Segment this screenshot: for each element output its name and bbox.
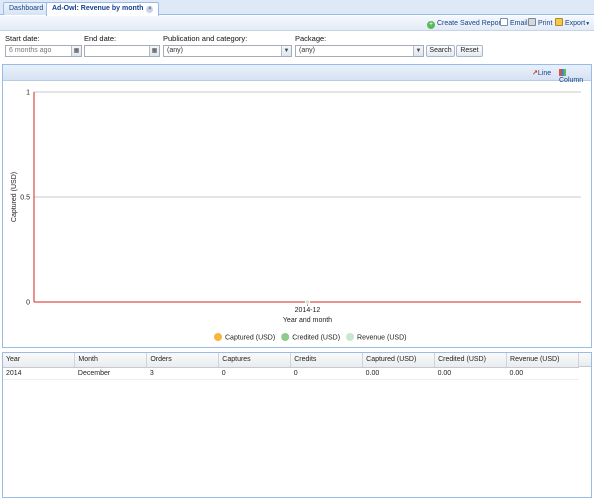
cell-captured-usd: 0.00 — [362, 367, 435, 380]
cell-credits: 0 — [290, 367, 363, 380]
cell-credited-usd: 0.00 — [434, 367, 507, 380]
tab-revenue-by-month[interactable]: Ad-Owl: Revenue by month × — [46, 2, 160, 16]
export-label: Export — [565, 20, 586, 27]
line-label: Line — [537, 70, 552, 77]
line-chart-button[interactable]: ↗Line — [532, 69, 551, 77]
create-saved-report-label: Create Saved Report — [437, 20, 503, 27]
chevron-down-icon: ▼ — [585, 21, 591, 27]
print-icon — [528, 18, 536, 26]
legend-swatch — [281, 333, 290, 341]
column-header-captured-usd[interactable]: Captured (USD) — [362, 353, 436, 368]
package-value: (any) — [299, 47, 315, 54]
chevron-down-icon[interactable]: ▼ — [413, 46, 423, 56]
email-button[interactable]: Email — [500, 18, 528, 29]
calendar-icon[interactable]: ▦ — [71, 46, 81, 56]
column-header-orders[interactable]: Orders — [146, 353, 220, 368]
package-select[interactable]: (any) ▼ — [295, 45, 424, 57]
data-grid: Year Month Orders Captures Credits Captu… — [2, 352, 592, 498]
tab-revenue-label: Ad-Owl: Revenue by month — [52, 5, 144, 12]
cell-month: December — [74, 367, 147, 380]
legend-label: Revenue (USD) — [357, 335, 406, 342]
column-header-credits[interactable]: Credits — [290, 353, 364, 368]
add-icon: + — [427, 21, 435, 29]
y-tick-label: 1 — [26, 90, 30, 97]
table-header-row: Year Month Orders Captures Credits Captu… — [3, 353, 579, 368]
email-label: Email — [510, 20, 528, 27]
column-header-month[interactable]: Month — [74, 353, 148, 368]
chart-panel: ↗Line Column 0 0.5 1 2014-12 Year and month C… — [2, 64, 592, 348]
publication-select[interactable]: (any) ▼ — [163, 45, 292, 57]
column-chart-icon — [559, 69, 566, 76]
cell-orders: 3 — [146, 367, 219, 380]
grid-header-filler — [579, 353, 591, 367]
export-button[interactable]: Export▼ — [555, 18, 590, 29]
calendar-icon[interactable]: ▦ — [149, 46, 159, 56]
report-toolbar: + Create Saved Report Email Print Export▼ — [0, 16, 594, 31]
close-tab-icon[interactable]: × — [146, 6, 154, 13]
y-tick-label: 0.5 — [20, 195, 30, 202]
legend-label: Credited (USD) — [292, 335, 340, 342]
start-date-input[interactable]: 6 months ago ▦ — [5, 45, 82, 57]
filter-form: Start date: 6 months ago ▦ End date: ▦ P… — [0, 32, 594, 63]
y-tick-label: 0 — [26, 300, 30, 307]
cell-captures: 0 — [218, 367, 291, 380]
tab-dashboard-label: Dashboard — [9, 5, 44, 12]
revenue-chart: 0 0.5 1 2014-12 Year and month Captured (USD)… — [11, 90, 581, 342]
legend-swatch — [346, 333, 355, 341]
legend-swatch — [214, 333, 222, 341]
print-button[interactable]: Print — [528, 18, 552, 29]
chart-header: ↗Line Column — [3, 65, 591, 84]
revenue-table: Year Month Orders Captures Credits Captu… — [3, 353, 579, 380]
reset-button[interactable]: Reset — [456, 45, 483, 57]
search-button[interactable]: Search — [426, 45, 455, 57]
print-label: Print — [538, 20, 553, 27]
cell-revenue-usd: 0.00 — [506, 367, 579, 380]
chevron-down-icon[interactable]: ▼ — [281, 46, 291, 56]
start-date-placeholder: 6 months ago — [9, 47, 52, 54]
legend-label: Captured (USD) — [225, 335, 275, 342]
end-date-input[interactable]: ▦ — [84, 45, 160, 57]
column-header-revenue-usd[interactable]: Revenue (USD) — [506, 353, 579, 368]
publication-value: (any) — [167, 47, 183, 54]
column-header-captures[interactable]: Captures — [218, 353, 292, 368]
column-header-credited-usd[interactable]: Credited (USD) — [434, 353, 508, 368]
y-axis-title: Captured (USD) — [11, 172, 18, 222]
end-date-label: End date: — [84, 34, 117, 43]
x-tick-label: 2014-12 — [295, 307, 321, 314]
data-point — [305, 299, 310, 305]
export-icon — [555, 18, 563, 26]
start-date-label: Start date: — [5, 34, 40, 43]
cell-year: 2014 — [3, 367, 75, 380]
tab-bar: Dashboard Ad-Owl: Revenue by month × — [0, 0, 594, 16]
x-axis-title: Year and month — [283, 317, 332, 324]
tab-dashboard[interactable]: Dashboard — [3, 2, 50, 15]
email-icon — [500, 18, 508, 26]
table-row[interactable]: 2014 December 3 0 0 0.00 0.00 0.00 — [3, 367, 579, 380]
column-header-year[interactable]: Year — [3, 353, 76, 368]
package-label: Package: — [295, 34, 327, 43]
create-saved-report-button[interactable]: + Create Saved Report — [427, 18, 503, 29]
publication-label: Publication and category: — [163, 34, 248, 43]
